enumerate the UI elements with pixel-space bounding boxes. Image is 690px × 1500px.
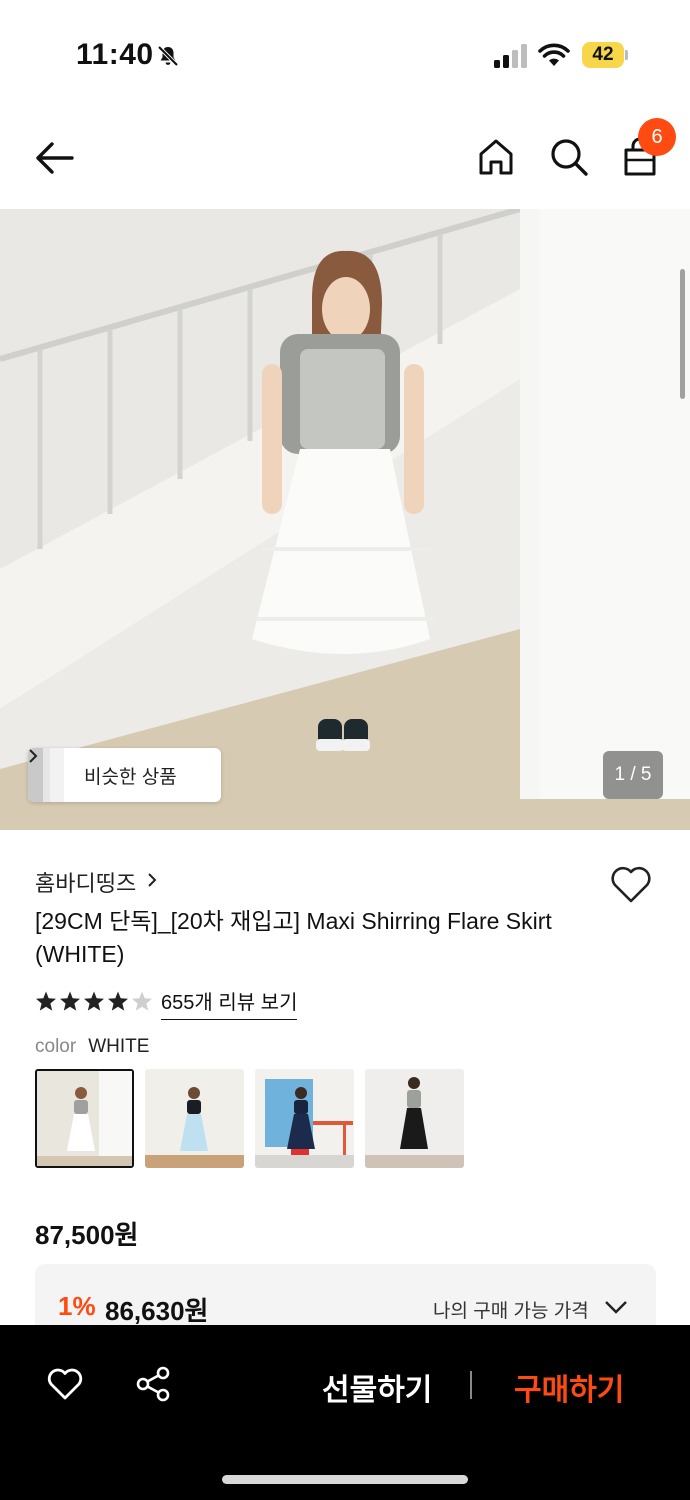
product-image-carousel[interactable]: 비슷한 상품 1 / 5 xyxy=(0,209,690,830)
bottom-action-bar: 선물하기 구매하기 xyxy=(0,1325,690,1500)
color-value: WHITE xyxy=(88,1036,150,1057)
status-bar: 11:40 42 xyxy=(0,0,690,110)
chevron-down-icon[interactable] xyxy=(604,1300,628,1314)
color-swatch-2[interactable] xyxy=(145,1069,244,1168)
action-divider xyxy=(470,1371,472,1399)
chevron-right-icon xyxy=(29,749,38,763)
brand-link[interactable]: 홈바디띵즈 xyxy=(35,866,136,898)
home-icon[interactable] xyxy=(476,136,516,178)
status-time: 11:40 xyxy=(76,38,154,71)
color-swatch-4[interactable] xyxy=(365,1069,464,1168)
swatch-thumbnail xyxy=(37,1071,132,1166)
battery-indicator: 42 xyxy=(582,42,628,68)
heart-icon[interactable] xyxy=(46,1367,84,1401)
share-icon[interactable] xyxy=(134,1365,172,1403)
color-label: color xyxy=(35,1036,77,1057)
discount-price: 86,630원 xyxy=(105,1296,209,1326)
product-photo xyxy=(0,209,690,830)
color-swatch-3[interactable] xyxy=(255,1069,354,1168)
similar-products-button[interactable]: 비슷한 상품 xyxy=(28,748,221,802)
gift-button[interactable]: 선물하기 xyxy=(322,1365,432,1409)
product-title: [29CM 단독]_[20차 재입고] Maxi Shirring Flare … xyxy=(35,908,552,967)
bell-muted-icon xyxy=(157,45,179,67)
home-indicator xyxy=(222,1475,468,1484)
search-icon[interactable] xyxy=(548,136,590,178)
wishlist-heart-icon[interactable] xyxy=(609,864,653,904)
original-price: 87,500원 xyxy=(35,1220,139,1250)
my-price-label: 나의 구매 가능 가격 xyxy=(433,1301,589,1322)
similar-products-label: 비슷한 상품 xyxy=(84,767,177,788)
reviews-link[interactable]: 655개 리뷰 보기 xyxy=(161,986,298,1020)
color-swatch-1[interactable] xyxy=(35,1069,134,1168)
chevron-right-icon xyxy=(148,873,157,887)
discount-percent: 1% xyxy=(58,1291,96,1321)
rating-stars xyxy=(36,991,152,1011)
color-row: color WHITE xyxy=(35,1036,149,1058)
back-arrow-icon[interactable] xyxy=(30,138,78,178)
buy-button[interactable]: 구매하기 xyxy=(514,1365,624,1409)
battery-level: 42 xyxy=(582,42,624,68)
swatch-thumbnail xyxy=(145,1069,244,1168)
swatch-thumbnail xyxy=(365,1069,464,1168)
swatch-thumbnail xyxy=(255,1069,354,1168)
wifi-icon xyxy=(538,43,570,66)
cart-count-badge: 6 xyxy=(638,118,676,156)
nav-bar: 6 xyxy=(0,110,690,208)
signal-icon xyxy=(494,44,527,68)
scroll-indicator xyxy=(680,269,685,399)
image-page-counter: 1 / 5 xyxy=(603,751,663,799)
